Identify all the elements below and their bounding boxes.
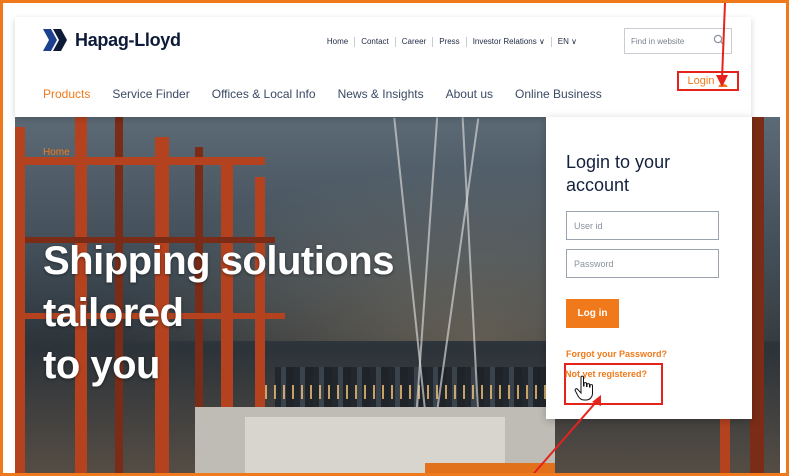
main-nav-about[interactable]: About us: [446, 87, 493, 101]
language-selector[interactable]: EN ∨: [552, 37, 583, 47]
main-nav-news[interactable]: News & Insights: [338, 87, 424, 101]
search-icon[interactable]: [713, 34, 725, 46]
site-header: Hapag-Lloyd Home Contact Career Press In…: [15, 17, 751, 117]
utility-nav-investor-relations[interactable]: Investor Relations ∨: [467, 37, 552, 47]
screenshot-frame: Home Shipping solutions tailored to you …: [0, 0, 789, 476]
user-id-input[interactable]: [567, 212, 718, 239]
password-field[interactable]: [566, 249, 719, 278]
header-login-label: Login: [687, 75, 715, 87]
log-in-button[interactable]: Log in: [566, 299, 619, 328]
site-search[interactable]: Find in website: [624, 28, 732, 54]
hero-title-line-2: to you: [43, 343, 160, 387]
person-icon: [718, 76, 728, 87]
password-input[interactable]: [567, 250, 718, 277]
forgot-password-link[interactable]: Forgot your Password?: [566, 349, 667, 359]
brand-logo[interactable]: Hapag-Lloyd: [43, 29, 181, 51]
user-id-field[interactable]: [566, 211, 719, 240]
hero-title-line-1: Shipping solutions tailored: [43, 239, 394, 335]
breadcrumb-home[interactable]: Home: [43, 147, 70, 158]
utility-nav: Home Contact Career Press Investor Relat…: [321, 37, 583, 47]
hand-cursor-icon: [574, 375, 593, 401]
utility-nav-press[interactable]: Press: [433, 37, 467, 47]
main-nav-online-business[interactable]: Online Business: [515, 87, 602, 101]
utility-nav-career[interactable]: Career: [396, 37, 434, 47]
search-input[interactable]: Find in website: [631, 37, 684, 46]
hapag-lloyd-logo-icon: [43, 29, 67, 51]
utility-nav-contact[interactable]: Contact: [355, 37, 396, 47]
utility-nav-home[interactable]: Home: [321, 37, 356, 47]
login-title: Login to your account: [566, 152, 671, 195]
header-login-button[interactable]: Login: [677, 71, 739, 91]
brand-name: Hapag-Lloyd: [75, 29, 181, 50]
main-nav: Products Service Finder Offices & Local …: [43, 87, 624, 101]
main-nav-products[interactable]: Products: [43, 87, 90, 101]
login-panel: Login to your account Log in Forgot your…: [546, 117, 752, 419]
hero-title: Shipping solutions tailored to you: [43, 235, 543, 391]
main-nav-service-finder[interactable]: Service Finder: [112, 87, 189, 101]
main-nav-offices[interactable]: Offices & Local Info: [212, 87, 316, 101]
